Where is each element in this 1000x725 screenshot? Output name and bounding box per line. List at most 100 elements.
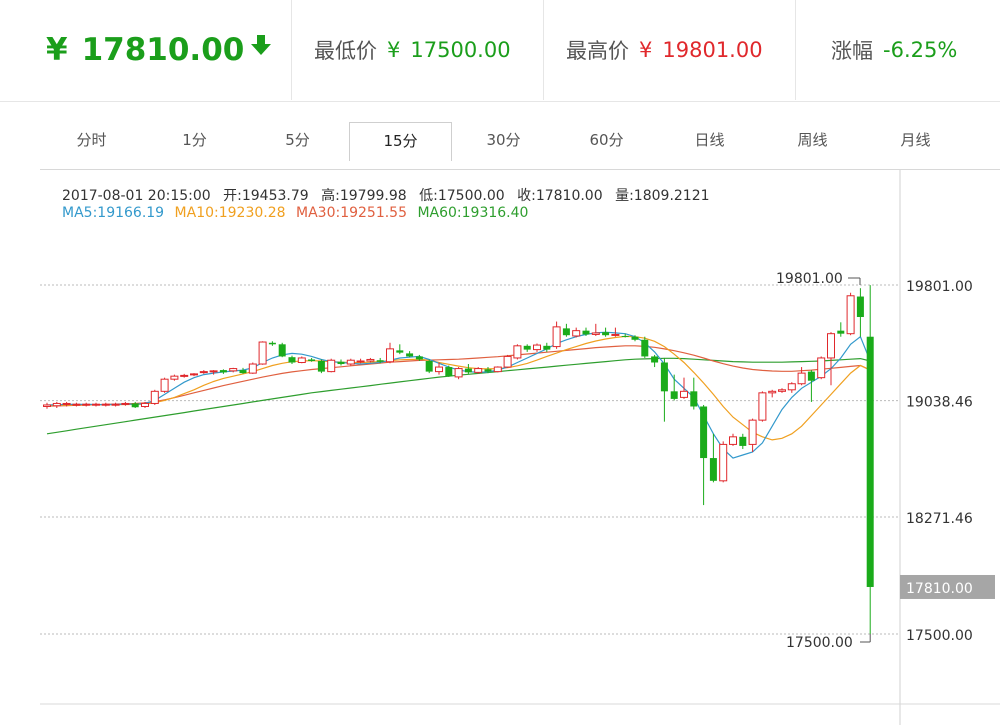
low-price-cell: 最低价 ¥ 17500.00 xyxy=(314,0,511,100)
timeframe-tabs: 分时 1分 5分 15分 30分 60分 日线 周线 月线 xyxy=(40,120,1000,161)
high-currency: ¥ xyxy=(639,38,653,62)
candle-body xyxy=(484,369,492,372)
candle-body xyxy=(346,359,355,365)
ma30-legend: MA30:19251.55 xyxy=(296,205,407,221)
ma-legend: MA5:19166.19 MA10:19230.28 MA30:19251.55… xyxy=(62,205,534,221)
tab-weekly[interactable]: 周线 xyxy=(761,122,864,158)
header-divider xyxy=(291,0,292,100)
info-high: 高:19799.98 xyxy=(321,188,407,204)
candle-body xyxy=(268,342,276,345)
candle-body xyxy=(591,332,600,335)
tab-1min[interactable]: 1分 xyxy=(143,122,246,158)
candle-body xyxy=(533,344,541,351)
info-low: 低:17500.00 xyxy=(419,188,505,204)
current-price-tag-label: 17810.00 xyxy=(906,581,973,597)
info-open: 开:19453.79 xyxy=(223,188,309,204)
candle-body xyxy=(101,403,110,406)
candle-body xyxy=(386,348,394,363)
candle-body xyxy=(493,366,502,373)
candle-body xyxy=(700,406,708,459)
change-value: -6.25% xyxy=(883,38,958,62)
candle-body xyxy=(297,357,306,364)
candle-body xyxy=(141,402,149,407)
low-price-label: 最低价 xyxy=(314,39,377,63)
candle-body xyxy=(62,402,71,405)
candle-body xyxy=(719,443,728,482)
candle-body xyxy=(817,357,826,379)
candle-body xyxy=(641,339,649,357)
candle-body xyxy=(435,366,443,373)
ma10-line xyxy=(46,335,871,441)
candle-body xyxy=(199,371,208,374)
ohlc-info: 2017-08-01 20:15:00 开:19453.79 高:19799.9… xyxy=(62,185,718,205)
candle-body xyxy=(670,391,678,399)
tab-15min[interactable]: 15分 xyxy=(349,122,452,161)
candle-body xyxy=(52,402,61,407)
y-tick-label: 18271.46 xyxy=(906,511,973,527)
candle-body xyxy=(651,356,659,363)
tab-5min[interactable]: 5分 xyxy=(246,122,349,158)
header-divider xyxy=(543,0,544,100)
candle-body xyxy=(248,363,257,374)
candle-body xyxy=(72,403,81,406)
candle-body xyxy=(308,359,316,361)
candle-body xyxy=(190,373,198,376)
candle-body xyxy=(523,345,531,350)
candle-body xyxy=(425,360,433,372)
candle-body xyxy=(866,336,874,587)
candle-body xyxy=(827,333,835,359)
candle-body xyxy=(837,330,845,334)
ma10-legend: MA10:19230.28 xyxy=(174,205,286,221)
candle-body xyxy=(846,295,855,335)
candle-body xyxy=(288,357,296,363)
tab-monthly[interactable]: 月线 xyxy=(864,122,967,158)
candle-body xyxy=(454,368,463,378)
candle-body xyxy=(543,345,551,350)
candle-body xyxy=(513,345,522,359)
candle-body xyxy=(327,359,336,373)
info-volume: 量:1809.2121 xyxy=(615,188,710,204)
tab-60min[interactable]: 60分 xyxy=(555,122,658,158)
info-datetime: 2017-08-01 20:15:00 xyxy=(62,188,211,204)
candle-body xyxy=(258,341,267,365)
max-annotation: 19801.00 xyxy=(776,271,843,287)
low-price: 17500.00 xyxy=(410,38,511,62)
change-label: 涨幅 xyxy=(831,39,873,63)
candle-body xyxy=(209,370,218,373)
candle-body xyxy=(111,403,120,406)
candle-body xyxy=(464,368,472,373)
candle-body xyxy=(602,332,610,336)
change-cell: 涨幅 -6.25% xyxy=(831,0,957,100)
tab-30min[interactable]: 30分 xyxy=(452,122,555,158)
tab-daily[interactable]: 日线 xyxy=(658,122,761,158)
current-price: 17810.00 xyxy=(81,32,245,68)
ma5-line xyxy=(46,331,871,459)
candlestick-chart[interactable]: 19801.00 19038.46 18271.46 17500.00 19801.00… xyxy=(0,170,1000,725)
candle-body xyxy=(503,355,512,368)
candle-body xyxy=(82,403,91,406)
candle-body xyxy=(631,336,639,340)
candle-body xyxy=(376,360,384,362)
low-currency: ¥ xyxy=(387,38,401,62)
candle-body xyxy=(797,372,806,385)
candle-body xyxy=(43,404,51,407)
arrow-down-icon xyxy=(251,35,272,55)
candle-body xyxy=(660,362,668,392)
candle-body xyxy=(150,390,159,404)
tab-intraday[interactable]: 分时 xyxy=(40,122,143,158)
candle-body xyxy=(690,391,698,407)
high-price-label: 最高价 xyxy=(566,39,629,63)
info-close: 收:17810.00 xyxy=(517,188,603,204)
candle-body xyxy=(572,330,581,337)
y-tick-label: 19801.00 xyxy=(906,279,973,295)
y-tick-label: 17500.00 xyxy=(906,628,973,644)
candle-body xyxy=(787,383,796,391)
candle-body xyxy=(758,392,767,421)
candle-body xyxy=(582,330,590,335)
candle-body xyxy=(180,374,189,377)
currency-symbol: ¥ xyxy=(46,32,68,68)
candle-body xyxy=(807,371,815,381)
high-price-cell: 最高价 ¥ 19801.00 xyxy=(566,0,763,100)
candle-body xyxy=(229,368,238,372)
candle-body xyxy=(709,458,717,481)
